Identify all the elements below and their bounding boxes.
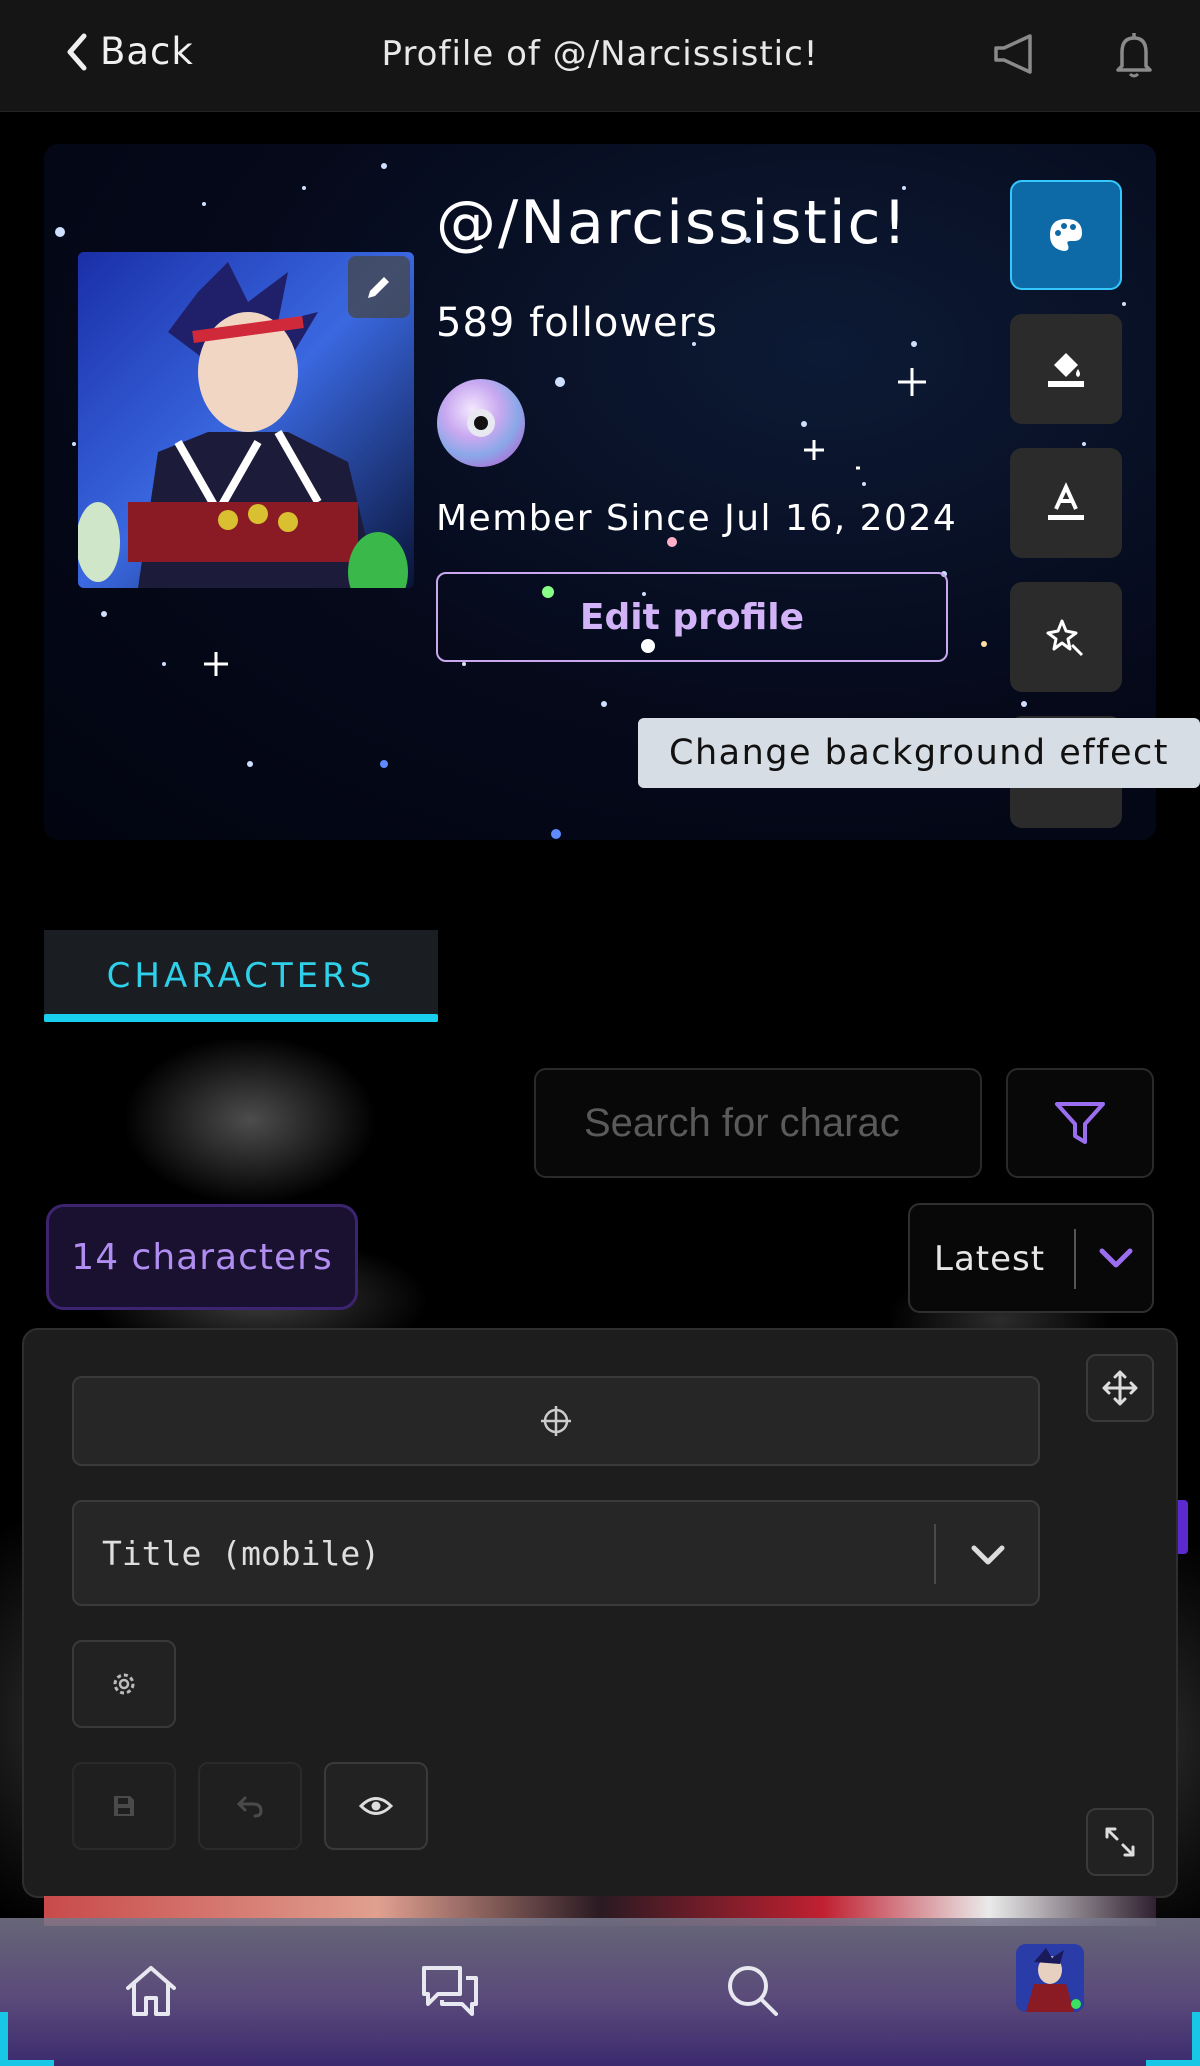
tab-active-indicator — [44, 1014, 438, 1022]
gear-icon — [113, 1673, 135, 1695]
character-search-input[interactable]: Search for charac — [534, 1068, 982, 1178]
home-icon — [126, 1966, 176, 2016]
chevron-down-icon — [971, 1545, 1005, 1565]
undo-button[interactable] — [198, 1762, 302, 1850]
move-panel-button[interactable] — [1086, 1354, 1154, 1422]
followers-count[interactable]: 589 followers — [436, 300, 718, 346]
crosshair-icon — [541, 1406, 571, 1436]
corner-accent-bottom-right — [1192, 2012, 1200, 2066]
undo-icon — [236, 1796, 263, 1818]
pencil-icon — [368, 277, 389, 298]
filter-button[interactable] — [1006, 1068, 1154, 1178]
cd-icon — [437, 379, 525, 467]
preview-button[interactable] — [324, 1762, 428, 1850]
floating-editor-panel: Title (mobile) — [22, 1328, 1178, 1898]
save-button[interactable] — [72, 1762, 176, 1850]
tooltip: Change background effect — [638, 718, 1200, 788]
edit-profile-button[interactable]: Edit profile — [436, 572, 948, 662]
sparkle-wand-icon — [1046, 619, 1084, 657]
nav-chats[interactable] — [420, 1962, 480, 2024]
settings-button[interactable] — [72, 1640, 176, 1728]
edit-avatar-button[interactable] — [348, 256, 410, 318]
element-picker-button[interactable] — [72, 1376, 1040, 1466]
tab-characters[interactable]: CHARACTERS — [44, 930, 438, 1022]
corner-accent-bottom-right-h — [1146, 2060, 1200, 2066]
filter-icon — [1055, 1102, 1105, 1144]
corner-accent-bottom-left-h — [0, 2060, 54, 2066]
background-effect-button[interactable] — [1010, 582, 1122, 692]
paint-bucket-icon — [1048, 353, 1084, 387]
sort-dropdown[interactable]: Latest — [908, 1203, 1154, 1313]
bottom-navigation — [0, 1918, 1200, 2066]
floppy-disk-icon — [114, 1796, 134, 1816]
disc-badge — [436, 378, 526, 472]
nav-home[interactable] — [122, 1962, 180, 2024]
target-element-value: Title (mobile) — [102, 1534, 381, 1573]
font-color-button[interactable] — [1010, 448, 1122, 558]
announcement-button[interactable] — [990, 30, 1038, 82]
profile-username: @/Narcissistic! — [436, 188, 909, 258]
avatar-thumbnail — [1016, 1944, 1084, 2012]
palette-icon — [1050, 219, 1082, 251]
theme-palette-button[interactable] — [1010, 180, 1122, 290]
eye-icon — [359, 1797, 393, 1815]
top-bar: Back Profile of @/Narcissistic! — [0, 0, 1200, 112]
expand-icon — [1105, 1827, 1135, 1857]
nav-search[interactable] — [722, 1962, 782, 2024]
search-icon — [728, 1966, 778, 2016]
sort-divider — [1074, 1229, 1076, 1289]
chevron-down-icon — [1099, 1248, 1133, 1268]
fill-color-button[interactable] — [1010, 314, 1122, 424]
character-count-badge: 14 characters — [46, 1204, 358, 1310]
text-color-icon — [1048, 482, 1084, 520]
side-tab-handle[interactable] — [1178, 1500, 1188, 1554]
nav-profile-avatar[interactable] — [1016, 1944, 1084, 2012]
corner-accent-bottom-left — [0, 2012, 8, 2066]
megaphone-icon — [994, 34, 1032, 74]
target-element-select[interactable]: Title (mobile) — [72, 1500, 1040, 1606]
bell-icon — [1116, 33, 1152, 78]
sort-selected-value: Latest — [934, 1239, 1046, 1279]
expand-panel-button[interactable] — [1086, 1808, 1154, 1876]
member-since: Member Since Jul 16, 2024 — [436, 498, 958, 539]
move-arrows-icon — [1102, 1370, 1138, 1406]
notifications-button[interactable] — [1110, 30, 1158, 84]
select-divider — [934, 1524, 936, 1584]
chat-bubbles-icon — [422, 1966, 478, 2016]
